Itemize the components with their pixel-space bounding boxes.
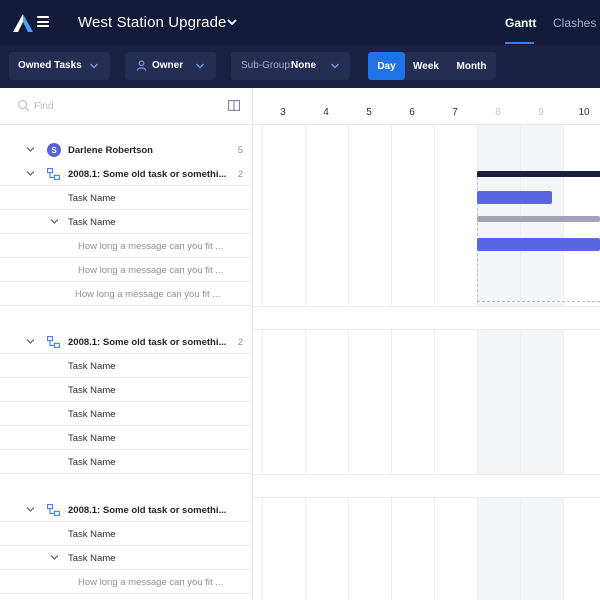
zoom-week-button[interactable]: Week [405,52,447,80]
timeline-day-label: 7 [452,107,458,118]
hierarchy-icon [47,504,60,516]
project-title[interactable]: West Station Upgrade [78,14,226,31]
hierarchy-icon [47,336,60,348]
owned-tasks-label: Owned Tasks [18,60,82,71]
task-row[interactable]: Task Name [0,426,253,450]
user-task-count: 5 [237,145,243,156]
toolbar: Owned Tasks Owner Sub-Group: None [0,45,600,88]
task-label: Task Name [68,529,116,540]
task-label: Task Name [68,385,116,396]
task-tree-panel: S Darlene Robertson 5 2008.1: Some old task… [0,88,253,600]
message-row[interactable]: How long a message can you fit ... [0,234,253,258]
hierarchy-icon [47,168,60,180]
task-row[interactable]: Task Name [0,546,253,570]
parent-task-row[interactable]: 2008.1: Some old task or somethi... 2 [0,330,253,354]
timeline-grid-line [390,125,392,600]
search-row [0,88,253,125]
columns-icon[interactable] [228,100,240,111]
timeline-day-label: 10 [578,107,590,118]
task-label: Task Name [68,433,116,444]
timeline-day-label: 9 [538,107,544,118]
timeline-grid-line [347,125,349,600]
search-input[interactable] [34,98,204,114]
subgroup-prefix: Sub-Group: [241,60,293,71]
group-separator-band [254,474,600,498]
user-group-row[interactable]: S Darlene Robertson 5 [0,138,253,162]
task-bar[interactable] [476,191,552,204]
subgroup-value: None [291,60,316,71]
chevron-down-icon [330,63,340,69]
active-tab-indicator [505,42,534,44]
summary-task-bar[interactable] [476,216,600,222]
message-row[interactable]: How long a message can you fit ... [0,258,253,282]
timeline-grid-line [433,125,435,600]
zoom-segmented-control: Day Week Month [368,52,496,80]
task-row[interactable]: Task Name [0,450,253,474]
chevron-down-icon[interactable] [50,554,59,561]
timeline-grid-line [304,125,306,600]
group-separator-band [254,306,600,330]
task-label: Task Name [68,409,116,420]
subgroup-dropdown[interactable]: Sub-Group: None [231,52,350,80]
chevron-down-icon[interactable] [50,218,59,225]
task-label: Task Name [68,193,116,204]
chevron-down-icon[interactable] [26,170,35,177]
chevron-down-icon[interactable] [226,17,238,27]
tab-clashes[interactable]: Clashes [553,16,596,30]
parent-task-row[interactable]: 2008.1: Some old task or somethi... 2 [0,162,253,186]
user-name: Darlene Robertson [68,145,153,156]
hamburger-icon[interactable] [37,16,49,28]
parent-task-count: 2 [237,337,243,348]
task-row[interactable]: Task Name [0,402,253,426]
user-icon [136,60,147,71]
parent-task-count: 2 [237,169,243,180]
chevron-down-icon [195,63,205,69]
timeline-grid-line [261,125,263,600]
brand-logo-icon[interactable] [13,14,33,32]
tab-gantt[interactable]: Gantt [505,16,536,30]
timeline-day-label: 8 [495,107,501,118]
timeline-day-label: 4 [323,107,329,118]
owner-dropdown[interactable]: Owner [125,52,216,80]
parent-task-title: 2008.1: Some old task or somethi... [68,505,227,516]
task-label: Task Name [68,553,116,564]
parent-task-title: 2008.1: Some old task or somethi... [68,337,227,348]
message-label: How long a message can you fit ... [78,241,224,252]
parent-task-bar[interactable] [476,171,600,177]
timeline-day-label: 3 [280,107,286,118]
chevron-down-icon[interactable] [26,338,35,345]
gantt-timeline: 3 4 5 6 7 8 9 10 [254,88,600,600]
task-row[interactable]: Task Name [0,210,253,234]
message-row[interactable]: How long a message can you fit ... [0,282,253,306]
message-row[interactable]: How long a message can you fit ... [0,570,253,594]
chevron-down-icon[interactable] [26,146,35,153]
timeline-header: 3 4 5 6 7 8 9 10 [254,88,600,125]
timeline-day-label: 5 [366,107,372,118]
parent-task-title: 2008.1: Some old task or somethi... [68,169,227,180]
zoom-day-button[interactable]: Day [368,52,405,80]
chevron-down-icon [89,63,99,69]
task-row[interactable]: Task Name [0,522,253,546]
task-row[interactable]: Task Name [0,354,253,378]
search-icon [17,99,30,112]
task-row[interactable]: Task Name [0,186,253,210]
chevron-down-icon[interactable] [26,506,35,513]
task-row[interactable]: Task Name [0,378,253,402]
task-bar[interactable] [476,238,600,251]
owner-label: Owner [152,60,184,71]
timeline-day-label: 6 [409,107,415,118]
zoom-month-button[interactable]: Month [447,52,496,80]
message-label: How long a message can you fit ... [78,265,224,276]
owned-tasks-dropdown[interactable]: Owned Tasks [9,52,110,80]
task-label: Task Name [68,217,116,228]
avatar: S [47,143,61,157]
message-label: How long a message can you fit ... [78,577,224,588]
task-label: Task Name [68,361,116,372]
top-bar: West Station Upgrade Gantt Clashes [0,0,600,45]
message-label: How long a message can you fit ... [75,289,221,300]
parent-task-row[interactable]: 2008.1: Some old task or somethi... [0,498,253,522]
task-label: Task Name [68,457,116,468]
